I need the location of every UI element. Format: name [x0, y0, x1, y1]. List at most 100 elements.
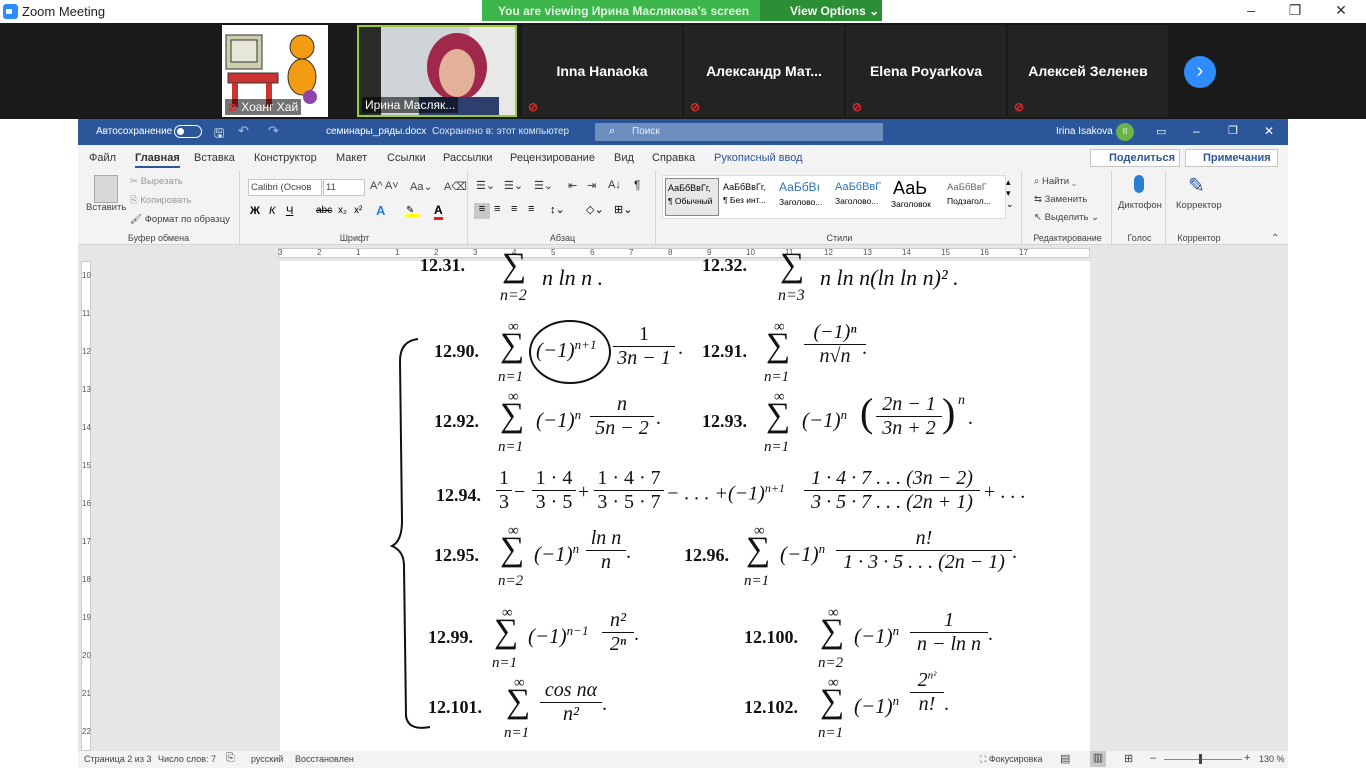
print-layout-icon[interactable]: ▥ — [1090, 751, 1106, 767]
read-mode-icon[interactable]: ▤ — [1060, 752, 1070, 765]
shading-icon[interactable]: ◇⌄ — [586, 203, 604, 216]
text-effects-icon[interactable]: A — [376, 203, 385, 218]
replace-button[interactable]: ⇆ Заменить — [1034, 194, 1087, 205]
page-count[interactable]: Страница 2 из 3 — [84, 754, 151, 764]
participant-tile[interactable]: Александр Мат... ⊘ — [684, 25, 844, 117]
bold-button[interactable]: Ж — [250, 205, 260, 217]
align-center-icon[interactable]: ≡ — [494, 203, 500, 215]
tab-home[interactable]: Главная — [135, 152, 180, 168]
style-no-spacing[interactable]: АаБбВвГг, ¶ Без инт... — [721, 178, 775, 216]
zoom-level[interactable]: 130 % — [1259, 754, 1285, 764]
styles-scroll-icon[interactable]: ▴ ▾ ⌄ — [1006, 177, 1014, 210]
bullets-icon[interactable]: ☰⌄ — [476, 179, 495, 192]
tab-design[interactable]: Конструктор — [254, 152, 317, 164]
tab-references[interactable]: Ссылки — [387, 152, 426, 164]
italic-button[interactable]: К — [269, 205, 275, 217]
format-painter-button[interactable]: 🖌 Формат по образцу — [130, 214, 230, 225]
save-icon[interactable]: 🖫 — [214, 124, 224, 145]
style-heading2[interactable]: АаБбВвГ Заголово... — [833, 178, 887, 216]
user-avatar[interactable]: II — [1116, 123, 1134, 141]
font-size-select[interactable]: 11 — [323, 179, 365, 196]
ribbon-display-options-icon[interactable]: ▭ — [1156, 125, 1166, 138]
numbering-icon[interactable]: ☰⌄ — [504, 179, 523, 192]
subscript-button[interactable]: x₂ — [338, 205, 347, 216]
tab-file[interactable]: Файл — [89, 152, 116, 164]
tab-view[interactable]: Вид — [614, 152, 634, 164]
tab-layout[interactable]: Макет — [336, 152, 367, 164]
focus-mode-button[interactable]: ⛶ Фокусировка — [980, 754, 1043, 765]
borders-icon[interactable]: ⊞⌄ — [614, 203, 632, 216]
sort-icon[interactable]: A↓ — [608, 179, 621, 191]
paste-icon[interactable] — [94, 175, 118, 203]
web-layout-icon[interactable]: ⊞ — [1124, 752, 1133, 765]
zoom-in-icon[interactable]: + — [1244, 752, 1250, 764]
align-right-icon[interactable]: ≡ — [511, 203, 517, 215]
maximize-icon[interactable]: ❐ — [1284, 2, 1306, 20]
document-page[interactable]: 12.31. ∑ n=2 n ln n . 12.32. ∑ n=3 n ln … — [280, 247, 1090, 751]
editor-pen-icon[interactable]: ✎ — [1188, 173, 1205, 198]
autosave-toggle[interactable] — [174, 125, 202, 138]
word-restore-icon[interactable]: ❐ — [1228, 124, 1238, 137]
close-icon[interactable]: ✕ — [1330, 2, 1352, 20]
zoom-out-icon[interactable]: – — [1150, 752, 1156, 764]
zoom-slider-thumb[interactable] — [1199, 754, 1202, 764]
editor-button[interactable]: Корректор — [1176, 200, 1222, 211]
share-button[interactable]: Поделиться — [1090, 149, 1180, 167]
style-normal[interactable]: АаБбВвГг, ¶ Обычный — [665, 178, 719, 216]
increase-indent-icon[interactable]: ⇥ — [587, 179, 596, 192]
copy-button[interactable]: ⎘ Копировать — [130, 195, 191, 206]
participant-tile[interactable]: Inna Hanaoka ⊘ — [522, 25, 682, 117]
vertical-ruler[interactable]: 10 11 12 13 14 15 16 17 18 19 20 21 22 — [78, 261, 94, 751]
search-box[interactable]: ⌕ Поиск — [595, 123, 883, 141]
change-case-icon[interactable]: Aa⌄ — [410, 180, 433, 193]
font-name-select[interactable]: Calibri (Основ — [248, 179, 322, 196]
highlight-icon[interactable]: ✎ — [406, 205, 420, 217]
clear-formatting-icon[interactable]: A⌫ — [444, 180, 467, 193]
font-color-icon[interactable]: A — [434, 203, 443, 220]
grow-font-icon[interactable]: A^ A˅ — [370, 180, 399, 192]
dictate-button[interactable]: Диктофон — [1118, 200, 1162, 211]
document-area[interactable]: 12.31. ∑ n=2 n ln n . 12.32. ∑ n=3 n ln … — [94, 247, 1288, 751]
word-count[interactable]: Число слов: 7 — [158, 754, 216, 764]
collapse-ribbon-icon[interactable]: ⌃ — [1271, 233, 1279, 244]
minimize-icon[interactable]: – — [1240, 2, 1262, 20]
participant-tile[interactable]: ⊘ Хоанг Хай — [222, 25, 328, 117]
word-close-icon[interactable]: ✕ — [1264, 124, 1274, 138]
align-left-icon[interactable]: ≡ — [474, 203, 490, 219]
participant-tile-active-speaker[interactable]: Ирина Масляк... — [357, 25, 517, 117]
comments-button[interactable]: Примечания — [1185, 149, 1278, 167]
paste-button[interactable]: Вставить — [86, 202, 126, 213]
user-name[interactable]: Irina Isakova — [1056, 126, 1113, 137]
zoom-slider[interactable] — [1164, 759, 1242, 760]
word-minimize-icon[interactable]: – — [1193, 124, 1200, 138]
tab-mailings[interactable]: Рассылки — [443, 152, 492, 164]
superscript-button[interactable]: x² — [354, 205, 362, 216]
next-page-arrow-icon[interactable]: › — [1184, 56, 1216, 88]
undo-icon[interactable]: ↶ — [238, 123, 249, 139]
tab-ink[interactable]: Рукописный ввод — [714, 152, 803, 164]
save-status[interactable]: Сохранено в: этот компьютер — [432, 126, 569, 137]
strikethrough-button[interactable]: abc — [316, 205, 332, 216]
underline-button[interactable]: Ч — [286, 205, 293, 217]
participant-tile[interactable]: Elena Poyarkova ⊘ — [846, 25, 1006, 117]
view-options-button[interactable]: View Options ⌄ — [760, 0, 882, 21]
microphone-icon[interactable] — [1134, 175, 1144, 193]
tab-insert[interactable]: Вставка — [194, 152, 235, 164]
proofing-icon[interactable]: ⎘ — [226, 752, 235, 765]
participant-tile[interactable]: Алексей Зеленев ⊘ — [1008, 25, 1168, 117]
horizontal-ruler[interactable]: 3 2 1 1 2 3 4 5 6 7 8 9 10 11 12 13 14 15 16 17 — [78, 245, 1288, 261]
style-subtitle[interactable]: АаБбВвГ Подзагол... — [945, 178, 999, 216]
justify-icon[interactable]: ≡ — [528, 203, 534, 215]
redo-icon[interactable]: ↷ — [268, 123, 279, 139]
line-spacing-icon[interactable]: ↕⌄ — [550, 203, 565, 216]
language[interactable]: русский — [251, 754, 283, 764]
show-marks-icon[interactable]: ¶ — [634, 178, 640, 192]
multilevel-list-icon[interactable]: ☰⌄ — [534, 179, 553, 192]
find-button[interactable]: ⌕ Найти ⌄ — [1034, 176, 1076, 187]
style-heading1[interactable]: АаБбВı Заголово... — [777, 178, 831, 216]
select-button[interactable]: ↖ Выделить ⌄ — [1034, 212, 1099, 223]
cut-button[interactable]: ✂ Вырезать — [130, 176, 183, 187]
tab-help[interactable]: Справка — [652, 152, 695, 164]
style-title[interactable]: АаЬ Заголовок — [889, 178, 943, 216]
tab-review[interactable]: Рецензирование — [510, 152, 595, 164]
